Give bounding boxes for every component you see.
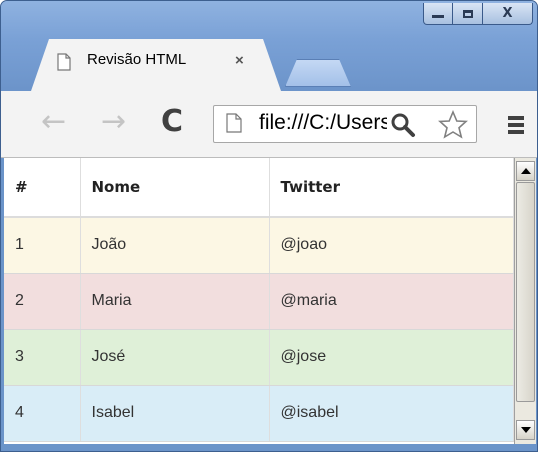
column-header-twitter: Twitter (269, 158, 514, 218)
table-row: 2 Maria @maria (4, 273, 514, 330)
table-row: 1 João @joao (4, 217, 514, 274)
forward-button[interactable]: → (101, 104, 126, 139)
maximize-icon (462, 9, 473, 18)
zoom-icon[interactable] (390, 112, 416, 138)
table-row: 4 Isabel @isabel (4, 385, 514, 442)
arrow-down-icon (520, 427, 531, 433)
column-header-number: # (4, 158, 81, 218)
scrollbar-thumb[interactable] (516, 182, 535, 402)
maximize-button[interactable] (453, 3, 483, 25)
bookmark-star-icon[interactable] (438, 110, 468, 140)
cell-twitter: @jose (269, 329, 514, 386)
cell-twitter: @isabel (269, 385, 514, 442)
cell-number: 4 (4, 385, 81, 442)
window-controls: X (423, 3, 533, 25)
tab-title: Revisão HTML (87, 51, 187, 68)
back-button[interactable]: ← (41, 104, 66, 139)
cell-nome: João (80, 217, 270, 274)
page-icon (226, 113, 242, 133)
minimize-button[interactable] (423, 3, 453, 25)
reload-button[interactable]: C (161, 104, 183, 139)
data-table: # Nome Twitter 1 João @joao 2 Maria @maria 3 Jo… (4, 158, 514, 442)
cell-twitter: @maria (269, 273, 514, 330)
cell-twitter: @joao (269, 217, 514, 274)
close-window-button[interactable]: X (483, 3, 533, 25)
page-icon (57, 53, 71, 71)
cell-nome: Maria (80, 273, 270, 330)
table-row: 3 José @jose (4, 329, 514, 386)
scroll-down-button[interactable] (516, 420, 535, 440)
url-text: file:///C:/Users (259, 111, 387, 134)
cell-number: 2 (4, 273, 81, 330)
cell-nome: Isabel (80, 385, 270, 442)
cell-number: 3 (4, 329, 81, 386)
close-icon: X (502, 6, 513, 21)
column-header-nome: Nome (80, 158, 270, 218)
tab-close-button[interactable]: × (235, 52, 244, 69)
table-header-row: # Nome Twitter (4, 158, 514, 218)
page-content: # Nome Twitter 1 João @joao 2 Maria @maria 3 Jo… (4, 158, 536, 444)
arrow-up-icon (520, 168, 531, 174)
menu-icon[interactable] (508, 116, 524, 137)
minimize-icon (432, 15, 444, 18)
cell-nome: José (80, 329, 270, 386)
cell-number: 1 (4, 217, 81, 274)
browser-window: X Revisão HTML × ← → C file:///C:/Users … (0, 0, 538, 452)
scroll-up-button[interactable] (516, 161, 535, 181)
vertical-scrollbar[interactable] (514, 158, 536, 444)
